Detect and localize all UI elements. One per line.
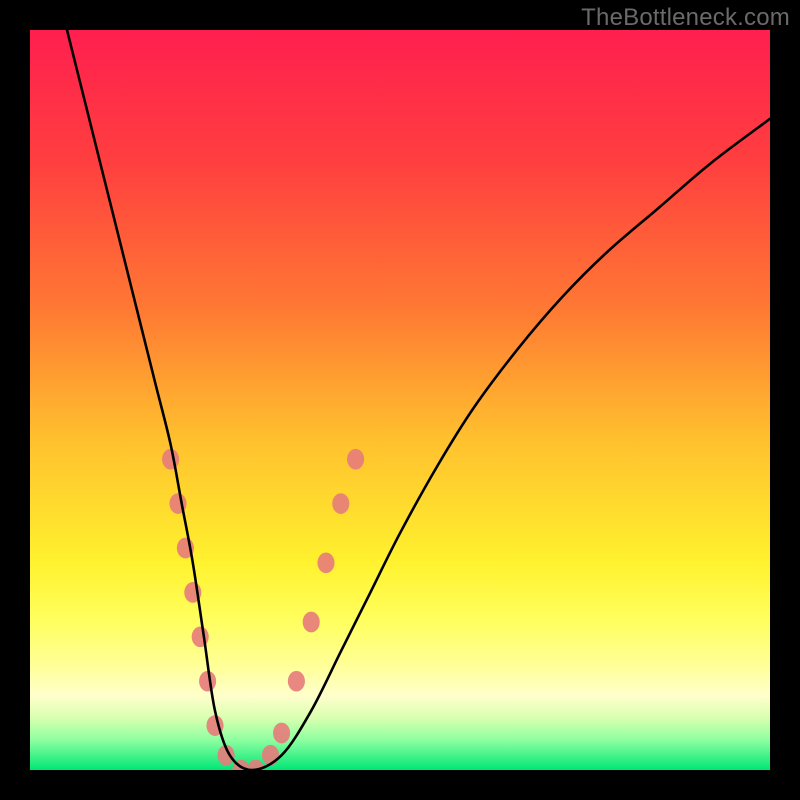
- curve-marker: [303, 612, 320, 633]
- curve-marker: [288, 671, 305, 692]
- curve-marker: [317, 552, 334, 573]
- marker-group: [162, 449, 364, 770]
- bottleneck-curve: [67, 30, 770, 770]
- curve-marker: [162, 449, 179, 470]
- curve-marker: [347, 449, 364, 470]
- chart-frame: TheBottleneck.com: [0, 0, 800, 800]
- curve-marker: [199, 671, 216, 692]
- curve-layer: [30, 30, 770, 770]
- plot-area: [30, 30, 770, 770]
- curve-marker: [273, 723, 290, 744]
- curve-marker: [332, 493, 349, 514]
- curve-marker: [262, 745, 279, 766]
- watermark-text: TheBottleneck.com: [581, 4, 790, 32]
